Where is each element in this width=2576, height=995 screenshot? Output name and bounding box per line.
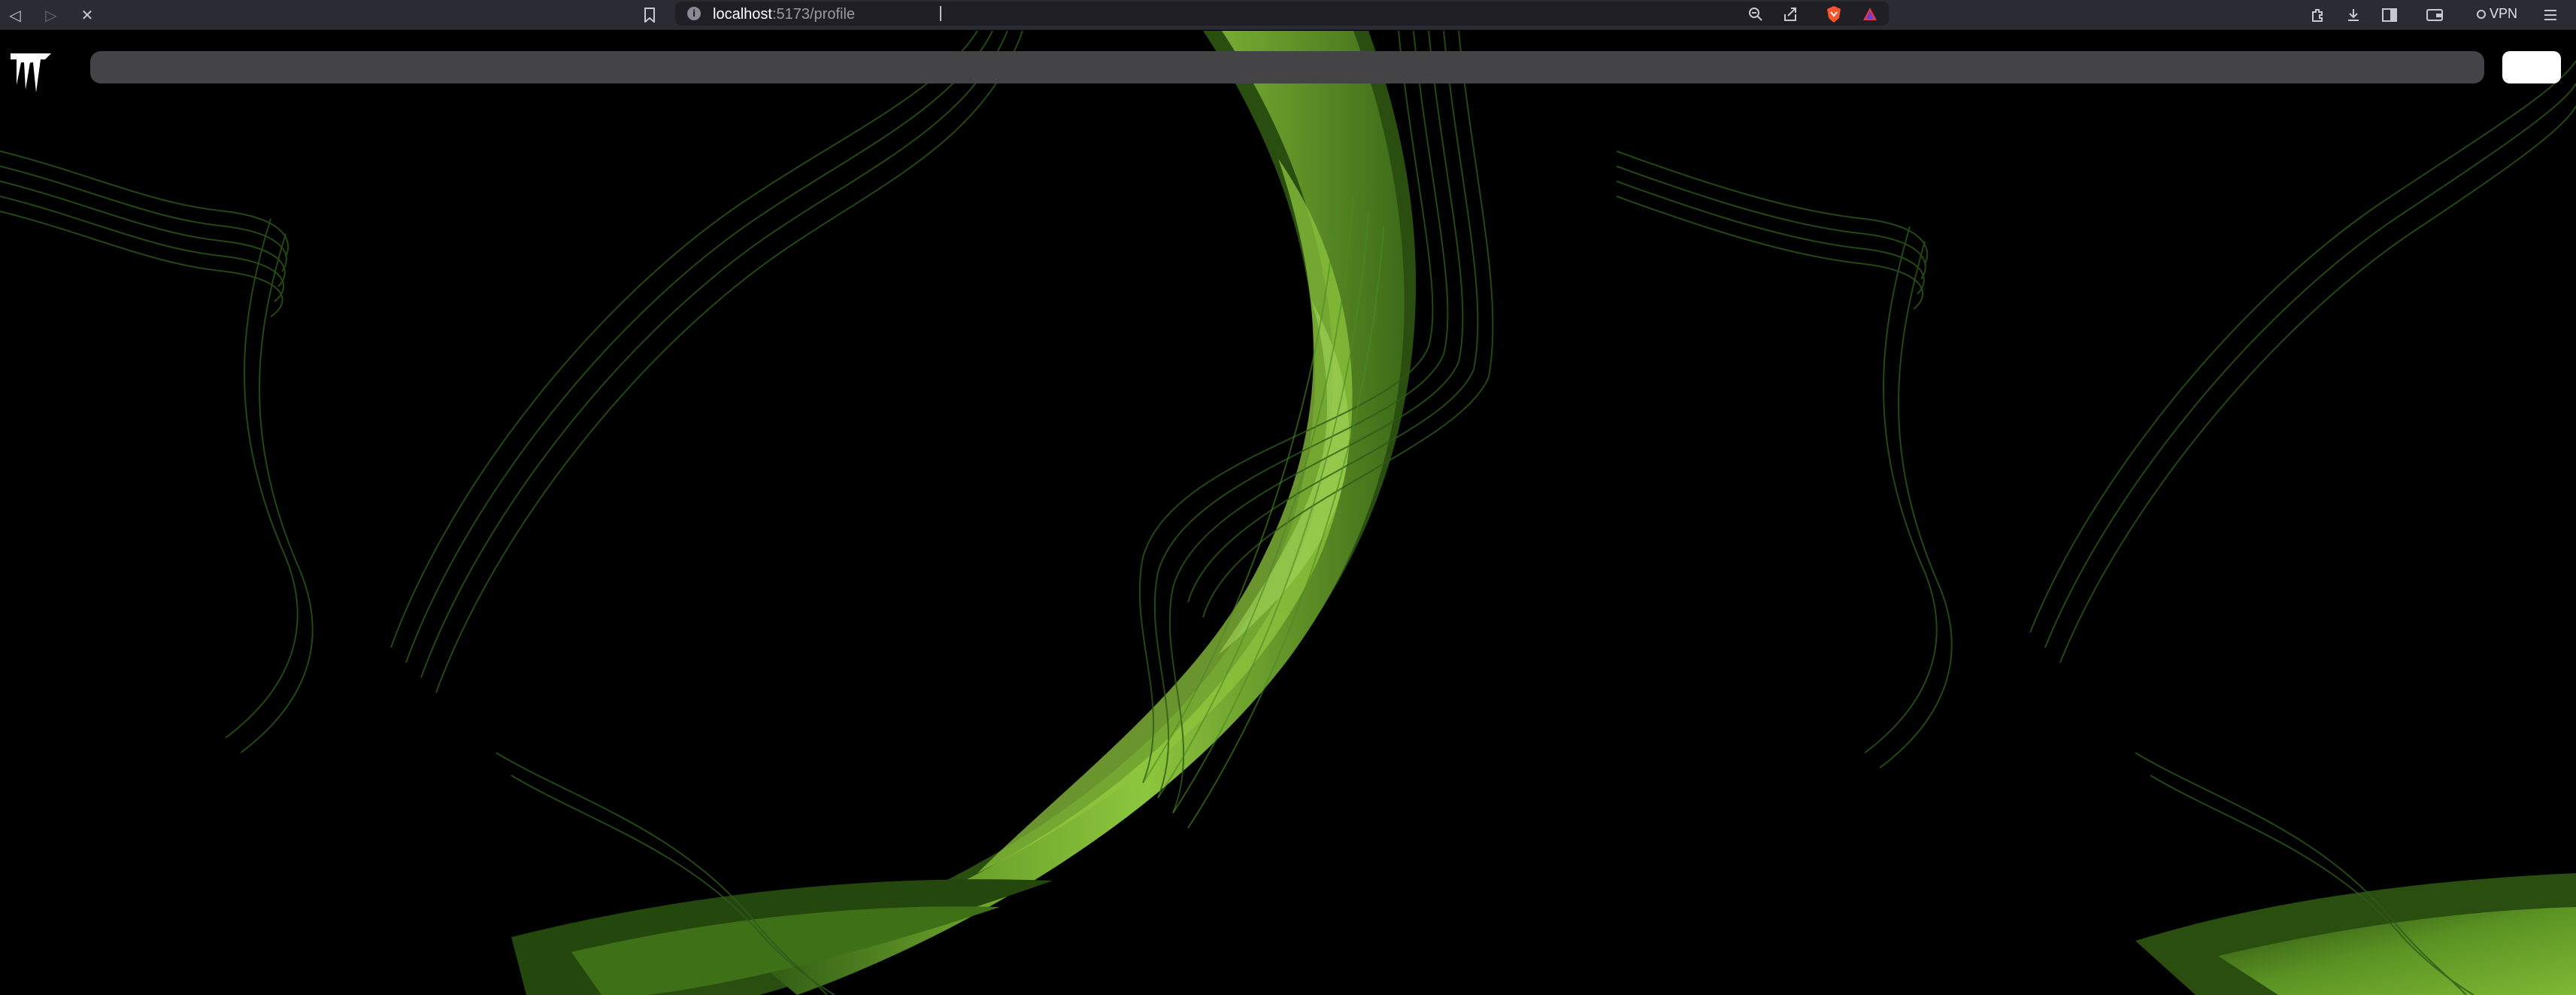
vpn-label: VPN — [2490, 6, 2518, 21]
share-icon[interactable] — [1780, 5, 1800, 24]
menu-icon[interactable] — [2538, 3, 2562, 27]
brave-rewards-icon[interactable] — [1860, 5, 1880, 24]
site-info-icon[interactable]: i — [687, 7, 701, 20]
stop-icon[interactable]: ✕ — [75, 3, 99, 27]
extensions-icon[interactable] — [2305, 3, 2329, 27]
page-viewport — [0, 31, 2576, 995]
vpn-button[interactable]: VPN — [2477, 6, 2517, 22]
wallet-icon[interactable] — [2423, 3, 2447, 27]
back-icon[interactable]: ◁ — [3, 3, 27, 27]
text-cursor — [940, 6, 941, 21]
url-text[interactable]: localhost:5173/profile — [713, 6, 855, 23]
brave-shields-icon[interactable] — [1824, 5, 1844, 24]
site-logo[interactable] — [8, 47, 54, 94]
zoom-icon[interactable] — [1746, 5, 1765, 24]
background-artwork — [0, 31, 2576, 995]
search-input[interactable] — [90, 51, 2484, 83]
forward-icon[interactable]: ▷ — [39, 3, 63, 27]
vpn-status-icon — [2477, 9, 2486, 19]
url-path: :5173/profile — [771, 6, 856, 23]
browser-toolbar: ◁ ▷ ✕ i localhost:5173/profile VPN — [0, 0, 2576, 30]
bookmark-icon[interactable] — [638, 3, 662, 27]
downloads-icon[interactable] — [2341, 3, 2365, 27]
address-bar[interactable]: i localhost:5173/profile — [675, 2, 1889, 26]
header-action-button[interactable] — [2502, 51, 2561, 83]
sidebar-icon[interactable] — [2377, 3, 2402, 27]
url-host: localhost — [713, 6, 772, 23]
